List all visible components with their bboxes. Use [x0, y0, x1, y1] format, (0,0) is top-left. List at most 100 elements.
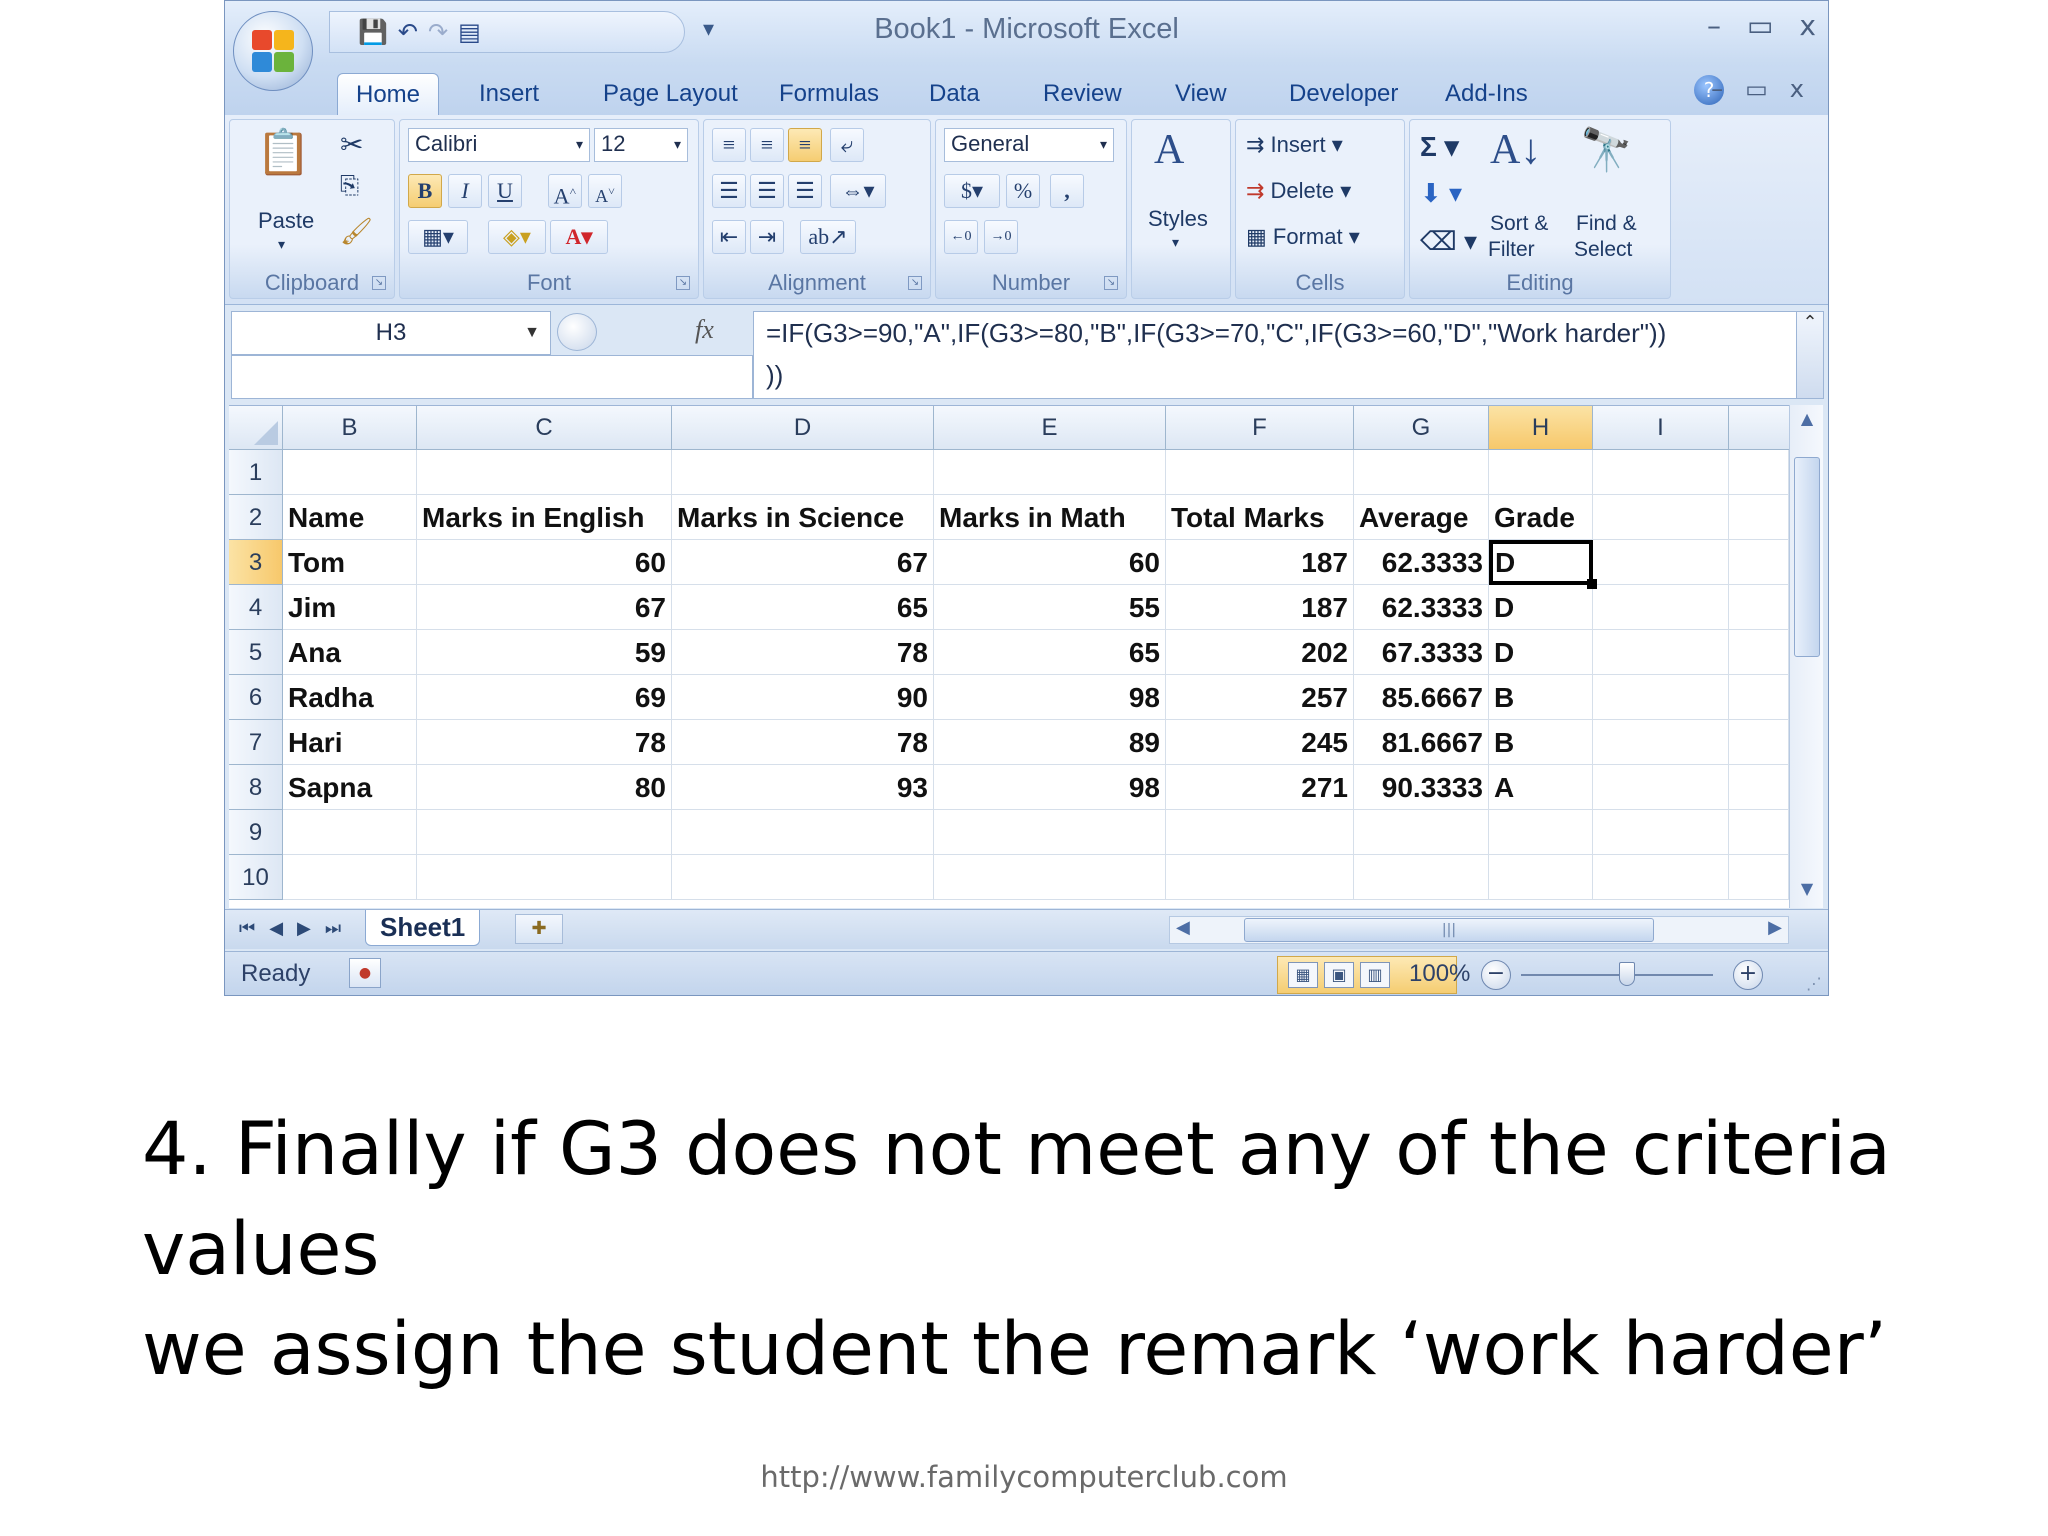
cell-c5[interactable]: 59 — [417, 630, 672, 675]
underline-button[interactable]: U — [488, 174, 522, 208]
cell-d5[interactable]: 78 — [672, 630, 934, 675]
cell-i2[interactable] — [1593, 495, 1729, 540]
cell-h4[interactable]: D — [1489, 585, 1593, 630]
bold-button[interactable]: B — [408, 174, 442, 208]
header-cell-h[interactable]: Grade — [1489, 495, 1593, 540]
tab-data[interactable]: Data — [911, 73, 998, 115]
cell-e4[interactable]: 55 — [934, 585, 1166, 630]
row-header-8[interactable]: 8 — [229, 765, 283, 810]
cell-e3[interactable]: 60 — [934, 540, 1166, 585]
cell-e10[interactable] — [934, 855, 1166, 900]
cell-b1[interactable] — [283, 450, 417, 495]
cell-c1[interactable] — [417, 450, 672, 495]
font-name-select[interactable]: Calibri ▾ — [408, 128, 590, 162]
paste-button[interactable]: Paste — [258, 208, 314, 234]
cut-icon[interactable]: ✂ — [340, 128, 363, 161]
cell-c6[interactable]: 69 — [417, 675, 672, 720]
cell-g6[interactable]: 85.6667 — [1354, 675, 1489, 720]
autosum-icon[interactable]: Σ ▾ — [1420, 130, 1459, 163]
cell-g9[interactable] — [1354, 810, 1489, 855]
scroll-left-icon[interactable]: ◀ — [1176, 917, 1190, 938]
cell-e6[interactable]: 98 — [934, 675, 1166, 720]
cell-b10[interactable] — [283, 855, 417, 900]
cell-h5[interactable]: D — [1489, 630, 1593, 675]
cell-c9[interactable] — [417, 810, 672, 855]
zoom-slider-thumb[interactable] — [1619, 962, 1635, 986]
row-header-3[interactable]: 3 — [229, 540, 283, 585]
decrease-decimal-icon[interactable]: →0 — [984, 220, 1018, 254]
active-cell-h3[interactable]: D — [1489, 540, 1593, 585]
styles-button[interactable]: Styles — [1148, 206, 1208, 232]
cell-b3[interactable]: Tom — [283, 540, 417, 585]
cell-i8[interactable] — [1593, 765, 1729, 810]
tab-formulas[interactable]: Formulas — [761, 73, 897, 115]
cell-next8[interactable] — [1729, 765, 1789, 810]
italic-button[interactable]: I — [448, 174, 482, 208]
cell-f10[interactable] — [1166, 855, 1354, 900]
cell-d7[interactable]: 78 — [672, 720, 934, 765]
cell-i3[interactable] — [1593, 540, 1729, 585]
cell-e7[interactable]: 89 — [934, 720, 1166, 765]
close-button[interactable]: x — [1799, 9, 1816, 42]
vertical-scrollbar[interactable]: ▲ ▼ — [1789, 405, 1823, 908]
row-header-1[interactable]: 1 — [229, 450, 283, 495]
cell-b4[interactable]: Jim — [283, 585, 417, 630]
tab-insert[interactable]: Insert — [461, 73, 557, 115]
cell-h10[interactable] — [1489, 855, 1593, 900]
font-size-select[interactable]: 12 ▾ — [594, 128, 688, 162]
workbook-restore-button[interactable]: ▭ — [1745, 75, 1768, 103]
number-launcher-icon[interactable]: ↘ — [1104, 276, 1118, 290]
resize-grip-icon[interactable]: ⋰ — [1806, 974, 1822, 993]
row-header-6[interactable]: 6 — [229, 675, 283, 720]
row-header-7[interactable]: 7 — [229, 720, 283, 765]
column-header-e[interactable]: E — [934, 406, 1166, 450]
styles-icon[interactable]: A — [1154, 126, 1184, 174]
align-center-icon[interactable]: ☰ — [750, 174, 784, 208]
cell-h1[interactable] — [1489, 450, 1593, 495]
orientation-icon[interactable]: ab↗ — [800, 220, 856, 254]
normal-view-icon[interactable]: ▦ — [1288, 962, 1318, 988]
column-header-f[interactable]: F — [1166, 406, 1354, 450]
zoom-in-icon[interactable]: + — [1733, 960, 1763, 990]
cell-next10[interactable] — [1729, 855, 1789, 900]
align-bottom-icon[interactable]: ≡ — [788, 128, 822, 162]
borders-icon[interactable]: ▦▾ — [408, 220, 468, 254]
formula-input[interactable]: =IF(G3>=90,"A",IF(G3>=80,"B",IF(G3>=70,"… — [753, 311, 1797, 399]
cell-b9[interactable] — [283, 810, 417, 855]
styles-dropdown-icon[interactable]: ▾ — [1172, 234, 1179, 251]
number-format-select[interactable]: General ▾ — [944, 128, 1114, 162]
cell-i7[interactable] — [1593, 720, 1729, 765]
zoom-level[interactable]: 100% — [1409, 960, 1470, 988]
cell-b8[interactable]: Sapna — [283, 765, 417, 810]
cell-c3[interactable]: 60 — [417, 540, 672, 585]
cell-e5[interactable]: 65 — [934, 630, 1166, 675]
tab-developer[interactable]: Developer — [1271, 73, 1416, 115]
find-select-line1[interactable]: Find & — [1576, 212, 1637, 236]
cell-g3[interactable]: 62.3333 — [1354, 540, 1489, 585]
cell-g10[interactable] — [1354, 855, 1489, 900]
page-layout-view-icon[interactable]: ▣ — [1324, 962, 1354, 988]
row-header-10[interactable]: 10 — [229, 855, 283, 900]
cell-d8[interactable]: 93 — [672, 765, 934, 810]
expand-formula-bar-button[interactable]: ⌃ — [1796, 311, 1824, 399]
cell-e9[interactable] — [934, 810, 1166, 855]
header-cell-d[interactable]: Marks in Science — [672, 495, 934, 540]
cell-next7[interactable] — [1729, 720, 1789, 765]
clipboard-launcher-icon[interactable]: ↘ — [372, 276, 386, 290]
increase-indent-icon[interactable]: ⇥ — [750, 220, 784, 254]
row-header-9[interactable]: 9 — [229, 810, 283, 855]
cell-g4[interactable]: 62.3333 — [1354, 585, 1489, 630]
horizontal-scroll-thumb[interactable]: ||| — [1244, 918, 1654, 942]
cell-f9[interactable] — [1166, 810, 1354, 855]
sort-filter-line2[interactable]: Filter — [1488, 238, 1535, 262]
cell-f3[interactable]: 187 — [1166, 540, 1354, 585]
tab-home[interactable]: Home — [337, 73, 440, 115]
vertical-scroll-thumb[interactable] — [1794, 457, 1820, 657]
select-all-button[interactable] — [229, 406, 283, 450]
cell-c7[interactable]: 78 — [417, 720, 672, 765]
sort-filter-line1[interactable]: Sort & — [1490, 212, 1548, 236]
worksheet-grid[interactable]: B C D E F G H I 1 2 3 4 5 6 7 8 9 10 Nam… — [229, 405, 1789, 908]
align-left-icon[interactable]: ☰ — [712, 174, 746, 208]
tab-add-ins[interactable]: Add-Ins — [1427, 73, 1546, 115]
font-color-icon[interactable]: A▾ — [550, 220, 608, 254]
